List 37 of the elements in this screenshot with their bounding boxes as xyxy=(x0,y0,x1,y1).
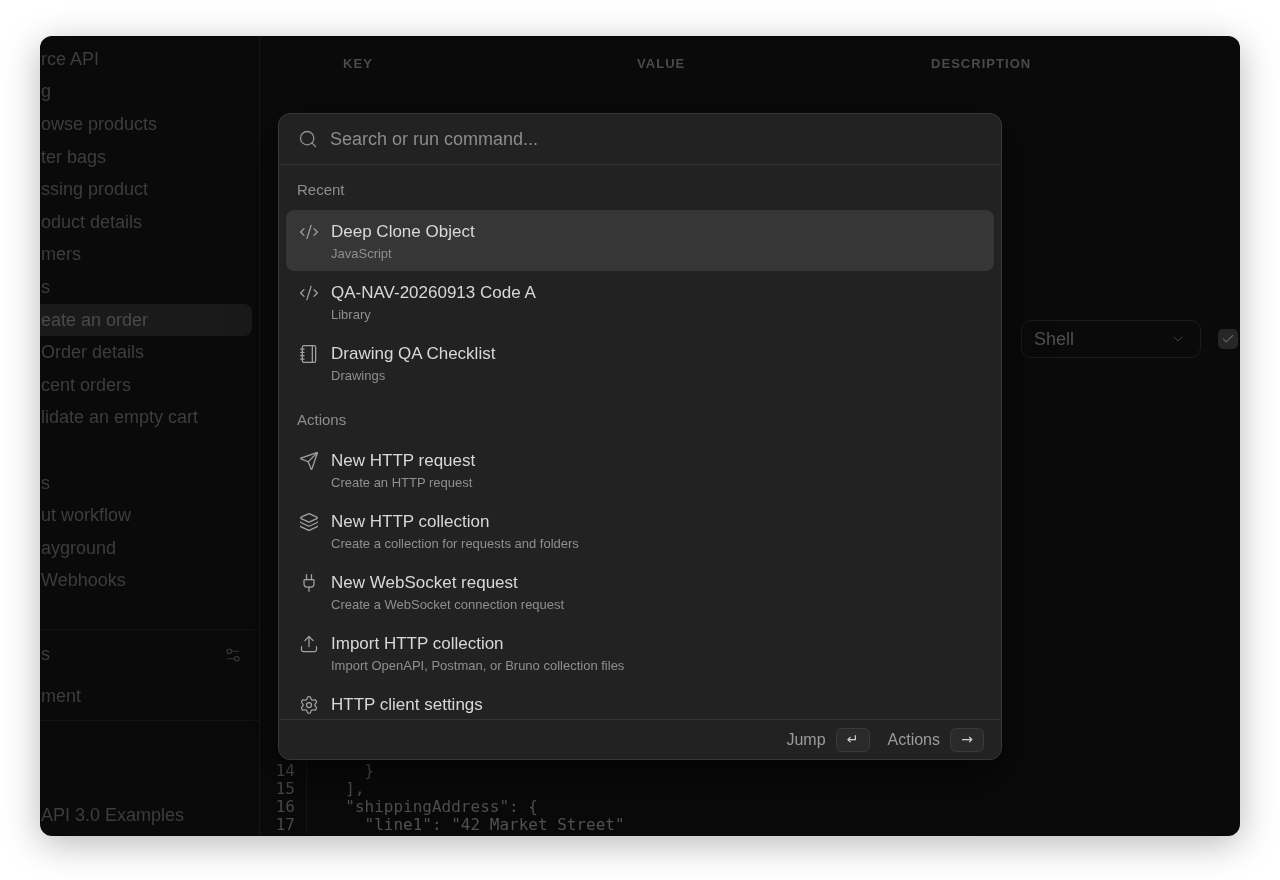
hint-label: Actions xyxy=(887,729,940,750)
search-field[interactable]: Search or run command... xyxy=(330,124,982,154)
command-item[interactable]: HTTP client settings xyxy=(286,683,994,716)
shortcut-key: ↵ xyxy=(835,727,870,752)
command-item[interactable]: Import HTTP collection Import OpenAPI, Postman, or Bruno collection files xyxy=(286,622,994,683)
select-field[interactable]: Shell xyxy=(1021,320,1201,358)
shortcut-key: → xyxy=(950,727,984,752)
code-line: ], xyxy=(344,780,365,798)
column-header: VALUE xyxy=(637,56,686,71)
checkbox[interactable] xyxy=(1218,329,1238,349)
command-item[interactable]: New HTTP request Create an HTTP request xyxy=(286,439,994,500)
code-line: "shippingAddress": { xyxy=(344,798,538,816)
line-number: 16 xyxy=(275,798,295,816)
upload-icon xyxy=(298,634,319,654)
command-item[interactable]: Drawing QA Checklist Drawings xyxy=(286,332,994,393)
column-header: DESCRIPTION xyxy=(931,56,1032,71)
command-item[interactable]: Deep Clone Object JavaScript xyxy=(286,210,994,271)
search-icon xyxy=(298,129,318,149)
paper-plane-icon xyxy=(298,451,319,471)
code-icon xyxy=(298,222,319,242)
code-icon xyxy=(298,283,319,303)
notebook-icon xyxy=(298,344,319,364)
section-label: Actions xyxy=(297,410,347,430)
code-line: "line1": "42 Market Street" xyxy=(363,816,625,834)
command-item[interactable]: QA-NAV-20260913 Code A Library xyxy=(286,271,994,332)
sliders-icon[interactable] xyxy=(224,645,242,664)
line-number: 17 xyxy=(275,816,295,834)
checkmark-icon xyxy=(1221,332,1235,346)
code-line: } xyxy=(363,762,375,780)
gear-icon xyxy=(298,695,319,715)
line-number: 15 xyxy=(275,780,295,798)
section-label: Recent xyxy=(297,180,345,200)
layers-icon xyxy=(298,512,319,532)
command-item[interactable]: New WebSocket request Create a WebSocket connection request xyxy=(286,561,994,622)
column-header: KEY xyxy=(343,56,373,71)
command-item[interactable]: New HTTP collection Create a collection for requests and folders xyxy=(286,500,994,561)
hint-label: Jump xyxy=(786,729,826,750)
